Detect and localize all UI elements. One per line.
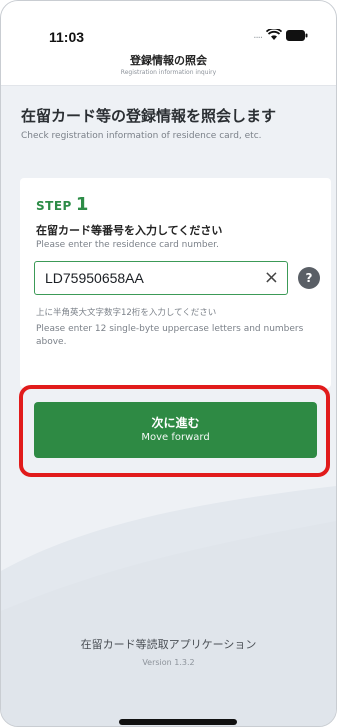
- app-version: Version 1.3.2: [142, 658, 195, 667]
- input-card: STEP 1 在留カード等番号を入力してください Please enter th…: [20, 178, 331, 388]
- battery-icon: [286, 29, 308, 41]
- help-icon[interactable]: ?: [298, 267, 320, 289]
- input-value[interactable]: LD75950658AA: [45, 270, 144, 286]
- step-number: 1: [75, 194, 89, 215]
- wifi-icon: [266, 29, 282, 41]
- background-wave: [1, 486, 336, 726]
- step-indicator: STEP 1: [36, 194, 88, 215]
- phone-screen: 11:03 .... 登録情報の照会 Registration informat…: [0, 0, 337, 727]
- status-icons: ....: [253, 29, 308, 41]
- page-subtitle: Check registration information of reside…: [21, 131, 262, 141]
- residence-card-number-input[interactable]: LD75950658AA ×: [34, 261, 288, 295]
- status-bar: 11:03 ....: [1, 1, 336, 47]
- step-label: STEP: [36, 199, 72, 213]
- input-hint-en: Please enter 12 single-byte uppercase le…: [36, 324, 304, 347]
- page-header: 在留カード等の登録情報を照会します Check registration inf…: [1, 85, 336, 175]
- app-name: 在留カード等読取アプリケーション: [80, 638, 257, 651]
- input-hint: 上に半角英大文字数字12桁を入力してください: [36, 308, 217, 318]
- nav-subtitle: Registration information inquiry: [120, 69, 217, 76]
- page-title: 在留カード等の登録情報を照会します: [21, 107, 277, 125]
- home-indicator: [119, 719, 237, 725]
- nav-bar: 登録情報の照会 Registration information inquiry: [1, 47, 336, 86]
- clear-icon[interactable]: ×: [264, 268, 279, 288]
- field-label: 在留カード等番号を入力してください: [36, 224, 223, 237]
- highlight-outline: [19, 385, 330, 477]
- status-time: 11:03: [49, 29, 85, 45]
- signal-dots-icon: ....: [253, 29, 263, 41]
- field-label-en: Please enter the residence card number.: [36, 240, 219, 250]
- nav-title: 登録情報の照会: [130, 54, 207, 67]
